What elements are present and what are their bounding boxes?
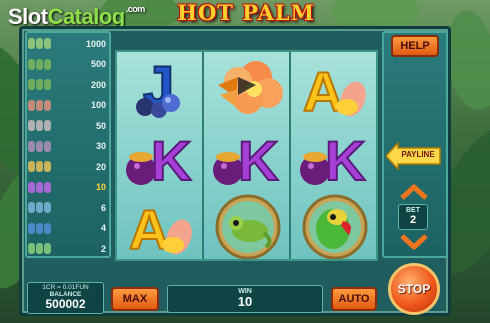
stop-button[interactable]: STOP [388,263,440,315]
reel-area: J K A K A K [115,50,378,261]
bet-increase-icon[interactable] [399,184,429,200]
paytable-value: 500 [90,59,106,69]
paytable-symbol-icon [36,243,43,254]
balance-value: 500002 [45,297,86,311]
paytable-symbol-icon [28,140,35,152]
paytable-symbols-icon [28,202,51,213]
paytable-symbol-icon [36,120,43,131]
paytable-row: 2 [28,239,108,258]
paytable-symbol-icon [28,79,35,90]
symbol-k: K [206,123,290,191]
paytable-symbols-icon [28,58,51,70]
win-display: WIN 10 [167,285,323,313]
help-button[interactable]: HELP [391,35,439,57]
paytable-row: 1000 [28,34,108,53]
paytable-row: 100 [28,96,108,115]
paytable-symbols-icon [28,140,51,152]
paytable-symbol-icon [36,79,43,90]
paytable-symbols-icon [28,181,51,193]
max-bet-button[interactable]: MAX [111,287,159,311]
paytable-row: 10 [28,178,108,197]
symbol-j: J [119,54,203,122]
symbol-a: A [119,192,203,260]
paytable-symbol-icon [44,202,51,213]
paytable-row: 50 [28,116,108,135]
paytable-row: 30 [28,137,108,156]
svg-text:K: K [151,129,191,190]
paytable-value: 100 [90,100,106,110]
win-value: 10 [237,294,253,309]
paytable-row: 20 [28,157,108,176]
paytable-symbol-icon [36,140,43,152]
paytable-symbol-icon [44,38,51,49]
paytable-symbol-icon [44,99,51,111]
svg-text:K: K [238,129,278,190]
paytable-symbols-icon [28,120,51,131]
svg-text:A: A [129,198,169,259]
paytable-symbols-icon [28,243,51,254]
paytable-value: 1000 [85,38,106,49]
paytable-value: 20 [95,161,106,172]
paytable-symbol-icon [28,38,35,49]
paytable-symbol-icon [36,222,43,234]
paytable-symbols-icon [28,38,51,49]
symbol-flower [206,54,290,122]
paytable-value: 4 [100,223,106,233]
bet-display: BET 2 [398,204,428,230]
paytable-symbol-icon [28,99,35,111]
paytable-symbol-icon [28,222,35,234]
paytable-symbol-icon [36,58,43,70]
symbol-a: A [293,54,377,122]
game-title: HOT PALM [177,0,315,25]
paytable-symbol-icon [28,181,35,193]
paytable-symbol-icon [28,161,35,172]
paytable-value: 2 [100,243,106,254]
paytable-symbols-icon [28,161,51,172]
paytable-symbol-icon [44,120,51,131]
paytable-symbol-icon [44,181,51,193]
paytable-symbol-icon [44,161,51,172]
paytable-symbol-icon [44,222,51,234]
balance-display: 1CR = 0.01FUN BALANCE 500002 [27,282,104,314]
paytable-symbol-icon [44,79,51,90]
paytable-symbol-icon [36,99,43,111]
bet-value: 2 [409,214,417,226]
auto-button[interactable]: AUTO [331,287,377,311]
paytable-symbol-icon [36,161,43,172]
paytable-symbol-icon [28,58,35,70]
svg-text:K: K [325,129,365,190]
paytable-row: 4 [28,219,108,238]
paytable-symbol-icon [36,181,43,193]
paytable-row: 200 [28,75,108,94]
paytable-value: 200 [90,79,106,90]
paytable-symbol-icon [28,120,35,131]
paytable-symbol-icon [36,202,43,213]
symbol-k: K [293,123,377,191]
symbol-chameleon [206,192,290,260]
paytable-value: 50 [95,120,106,131]
payline-button[interactable]: PAYLINE [395,150,441,159]
paytable-value: 6 [100,202,106,213]
paytable-symbols-icon [28,79,51,90]
paytable-symbol-icon [28,202,35,213]
bet-label: BET [406,207,420,214]
bet-decrease-icon[interactable] [399,234,429,250]
paytable-symbols-icon [28,222,51,234]
paytable-symbols-icon [28,99,51,111]
paytable-value: 30 [95,141,106,151]
paytable-symbol-icon [44,58,51,70]
paytable-symbol-icon [44,140,51,152]
paytable-symbol-icon [44,243,51,254]
svg-text:A: A [303,60,343,121]
symbol-parrot [293,192,377,260]
paytable-value: 10 [95,182,106,192]
denomination-text: 1CR = 0.01FUN [42,284,89,291]
symbol-k: K [119,123,203,191]
paytable-symbol-icon [36,38,43,49]
paytable-row: 6 [28,198,108,217]
paytable-symbol-icon [28,243,35,254]
paytable-row: 500 [28,55,108,74]
